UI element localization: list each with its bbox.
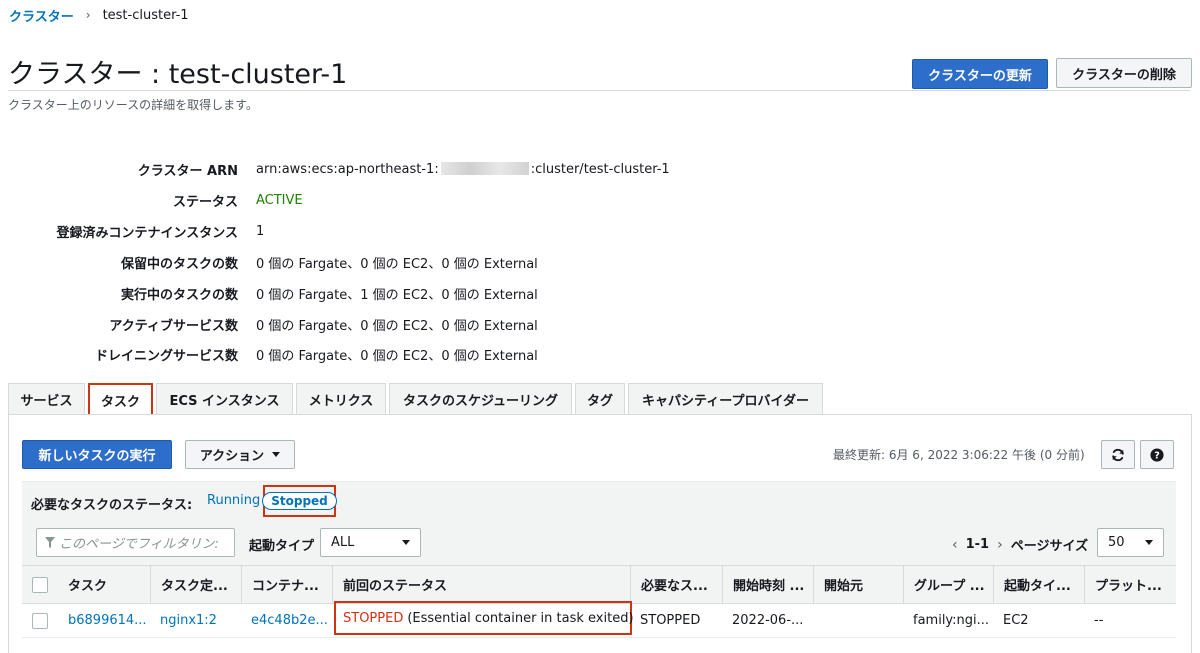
actions-label: アクション xyxy=(199,448,265,463)
draining-label: ドレイニングサービス数 xyxy=(94,348,238,364)
tab-bar: サービス タスク ECS インスタンス メトリクス タスクのスケジューリング タ… xyxy=(8,383,826,415)
refresh-icon xyxy=(1112,448,1124,461)
tasks-table: タスク タスク定... コンテナ... 前回のステータス 必要なス... 開始時… xyxy=(22,565,1176,638)
tab-metrics[interactable]: メトリクス xyxy=(296,383,386,415)
detail-row-instances: 登録済みコンテナインスタンス 1 xyxy=(0,221,900,241)
filter-icon xyxy=(45,537,55,548)
tab-task-scheduling[interactable]: タスクのスケジューリング xyxy=(389,383,572,415)
run-new-task-button[interactable]: 新しいタスクの実行 xyxy=(22,440,172,469)
delete-cluster-button[interactable]: クラスターの削除 xyxy=(1056,58,1192,88)
caret-down-icon xyxy=(1145,540,1153,545)
pager: ‹ 1-1 › ページサイズ xyxy=(952,535,1089,555)
filter-row: このページでフィルタリン: 起動タイプ ALL ‹ 1-1 › ページサイズ 5… xyxy=(22,521,1176,565)
task-definition-link[interactable]: nginx1:2 xyxy=(150,604,241,637)
tab-capacity-providers[interactable]: キャパシティープロバイダー xyxy=(628,383,823,415)
arn-label: クラスター ARN xyxy=(137,163,238,179)
active-services-label: アクティブサービス数 xyxy=(109,318,238,334)
chevron-right-icon[interactable]: › xyxy=(997,537,1003,553)
tab-services[interactable]: サービス xyxy=(8,383,85,415)
page-subtitle: クラスター上のリソースの詳細を取得します。 xyxy=(8,98,258,112)
page-size-select[interactable]: 50 xyxy=(1097,528,1164,557)
last-status-code: STOPPED xyxy=(343,610,404,626)
task-id-link[interactable]: b6899614... xyxy=(58,604,150,637)
chevron-right-icon: › xyxy=(85,8,91,22)
group-value: family:ngi... xyxy=(913,613,990,628)
instances-label: 登録済みコンテナインスタンス xyxy=(56,225,238,241)
status-label: ステータス xyxy=(172,194,238,210)
select-all-checkbox[interactable] xyxy=(32,576,48,593)
launch-type-value: EC2 xyxy=(1003,613,1029,628)
running-label: 実行中のタスクの数 xyxy=(120,287,238,303)
pending-label: 保留中のタスクの数 xyxy=(120,256,238,272)
title-divider xyxy=(8,90,1190,91)
last-status-cell: STOPPED (Essential container in task exi… xyxy=(334,601,634,635)
desired-status-bar: 必要なタスクのステータス: Running Stopped xyxy=(22,481,1176,521)
page-title: クラスター : test-cluster-1 xyxy=(8,59,348,90)
stopped-highlight: Stopped xyxy=(262,485,337,517)
filter-input[interactable]: このページでフィルタリン: xyxy=(36,528,235,557)
chevron-left-icon[interactable]: ‹ xyxy=(952,537,958,553)
launch-type-label: 起動タイプ xyxy=(249,539,315,554)
help-icon: ? xyxy=(1150,447,1164,462)
breadcrumb-current: test-cluster-1 xyxy=(102,7,189,23)
arn-value: arn:aws:ecs:ap-northeast-1::cluster/test… xyxy=(256,161,670,177)
desired-status-running-link[interactable]: Running xyxy=(207,493,260,508)
table-row: b6899614... nginx1:2 e4c48b2e... STOPPED… xyxy=(22,601,1176,638)
detail-row-pending: 保留中のタスクの数 0 個の Fargate、0 個の EC2、0 個の Ext… xyxy=(0,252,900,272)
select-all-cell xyxy=(22,566,58,603)
col-desired-status[interactable]: 必要なス... xyxy=(630,566,722,603)
col-last-status[interactable]: 前回のステータス xyxy=(332,566,630,603)
active-services-value: 0 個の Fargate、0 個の EC2、0 個の External xyxy=(256,318,538,334)
row-select-cell xyxy=(22,604,58,637)
caret-down-icon xyxy=(402,540,410,545)
filter-placeholder: このページでフィルタリン: xyxy=(59,537,219,552)
last-status-reason: (Essential container in task exited) xyxy=(407,610,634,626)
launch-type-select[interactable]: ALL xyxy=(320,528,421,557)
platform-value: -- xyxy=(1094,613,1104,628)
tab-tasks[interactable]: タスク xyxy=(88,383,153,415)
col-launch-type[interactable]: 起動タイ... xyxy=(993,566,1084,603)
desired-status-label: 必要なタスクのステータス: xyxy=(31,498,193,513)
update-cluster-button[interactable]: クラスターの更新 xyxy=(912,59,1048,89)
refresh-button[interactable] xyxy=(1101,440,1135,469)
page-size-label: ページサイズ xyxy=(1010,539,1089,554)
desired-status-stopped-pill[interactable]: Stopped xyxy=(262,492,337,510)
detail-row-running: 実行中のタスクの数 0 個の Fargate、1 個の EC2、0 個の Ext… xyxy=(0,283,900,303)
col-platform[interactable]: プラット... xyxy=(1084,566,1176,603)
pager-range: 1-1 xyxy=(965,537,990,552)
table-header: タスク タスク定... コンテナ... 前回のステータス 必要なス... 開始時… xyxy=(22,565,1176,604)
caret-down-icon xyxy=(272,452,281,457)
svg-text:?: ? xyxy=(1154,450,1160,461)
help-button[interactable]: ? xyxy=(1140,440,1174,469)
detail-row-arn: クラスター ARN arn:aws:ecs:ap-northeast-1::cl… xyxy=(0,159,900,179)
container-instance-link[interactable]: e4c48b2e... xyxy=(241,604,332,637)
draining-value: 0 個の Fargate、0 個の EC2、0 個の External xyxy=(256,348,538,364)
breadcrumb: クラスター › test-cluster-1 xyxy=(9,6,189,25)
started-at-value: 2022-06-... xyxy=(732,613,804,628)
breadcrumb-clusters-link[interactable]: クラスター xyxy=(9,6,74,25)
detail-row-status: ステータス ACTIVE xyxy=(0,190,900,210)
started-by-value xyxy=(813,604,903,637)
instances-value: 1 xyxy=(256,223,265,239)
col-group[interactable]: グループ ... xyxy=(903,566,993,603)
redacted-account-id xyxy=(440,161,529,175)
pending-value: 0 個の Fargate、0 個の EC2、0 個の External xyxy=(256,256,538,272)
status-value: ACTIVE xyxy=(256,192,303,208)
page-size-value: 50 xyxy=(1108,535,1125,550)
col-task-definition[interactable]: タスク定... xyxy=(150,566,241,603)
detail-row-active-services: アクティブサービス数 0 個の Fargate、0 個の EC2、0 個の Ex… xyxy=(0,314,900,334)
tab-ecs-instances[interactable]: ECS インスタンス xyxy=(156,383,293,415)
detail-row-draining: ドレイニングサービス数 0 個の Fargate、0 個の EC2、0 個の E… xyxy=(0,344,900,364)
col-started-at[interactable]: 開始時刻 ... xyxy=(722,566,813,603)
last-updated-text: 最終更新: 6月 6, 2022 3:06:22 午後 (0 分前) xyxy=(833,448,1085,462)
desired-status-value: STOPPED xyxy=(640,613,701,628)
launch-type-value: ALL xyxy=(331,535,355,550)
tab-tags[interactable]: タグ xyxy=(575,383,625,415)
running-value: 0 個の Fargate、1 個の EC2、0 個の External xyxy=(256,287,538,303)
row-checkbox[interactable] xyxy=(32,612,48,629)
col-task[interactable]: タスク xyxy=(58,566,150,603)
col-container-instance[interactable]: コンテナ... xyxy=(241,566,332,603)
col-started-by[interactable]: 開始元 xyxy=(813,566,903,603)
actions-dropdown-button[interactable]: アクション xyxy=(185,440,295,469)
